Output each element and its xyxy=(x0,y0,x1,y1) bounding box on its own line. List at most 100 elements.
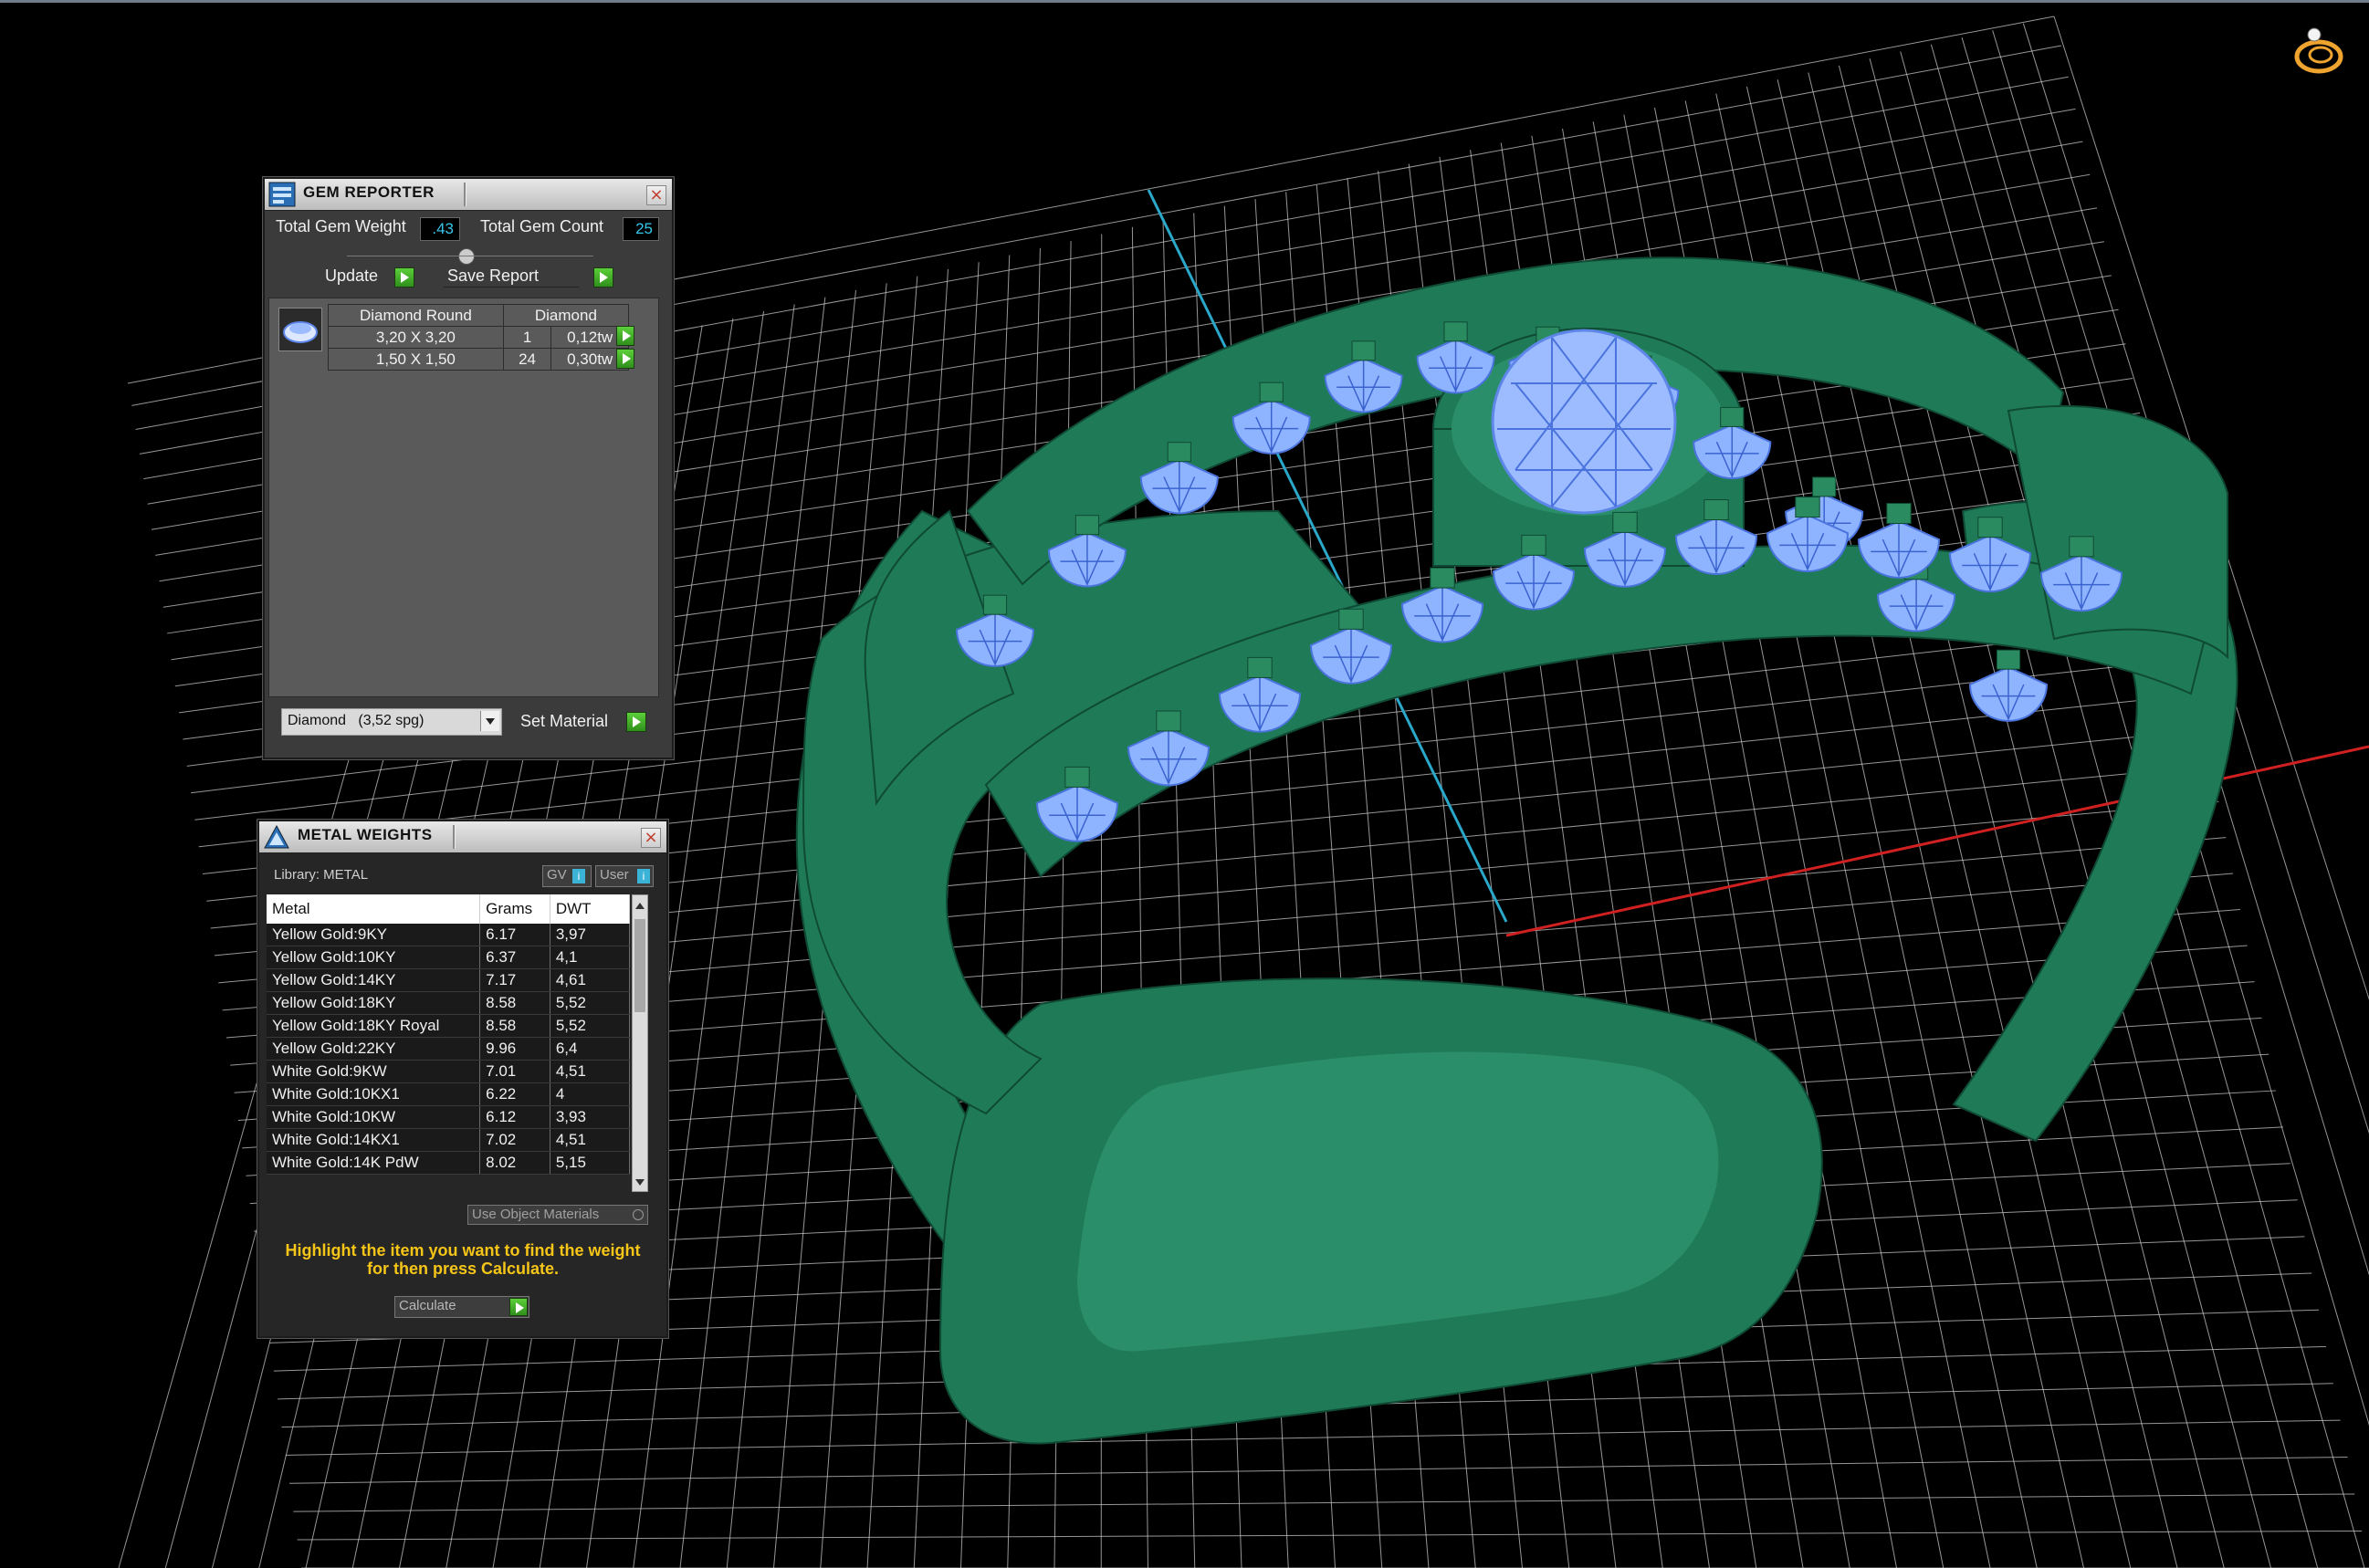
metal-table-scrollbar[interactable] xyxy=(632,894,648,1192)
user-label: User xyxy=(600,867,629,883)
total-gem-count-value: 25 xyxy=(623,217,659,241)
metal-grams: 6.22 xyxy=(479,1082,550,1106)
metal-dwt: 3,97 xyxy=(550,924,631,946)
gem-reporter-close-icon[interactable]: × xyxy=(646,185,666,205)
metal-name: Yellow Gold:18KY xyxy=(267,991,481,1015)
metal-row[interactable]: Yellow Gold:18KY Royal 8.58 5,52 xyxy=(267,1014,631,1038)
metal-dwt: 4 xyxy=(550,1082,631,1106)
metal-grams: 6.37 xyxy=(479,946,550,969)
metal-dwt: 4,51 xyxy=(550,1060,631,1083)
metal-grams: 7.01 xyxy=(479,1060,550,1083)
ring-model[interactable] xyxy=(795,256,2238,1445)
gem-row-go-icon[interactable] xyxy=(616,349,634,369)
metal-dwt: 4,51 xyxy=(550,1128,631,1152)
grid-line xyxy=(1900,51,2319,1568)
metal-name: White Gold:14KX1 xyxy=(267,1128,481,1152)
update-go-icon[interactable] xyxy=(394,267,414,287)
gem-table-header: Diamond Round Diamond xyxy=(328,304,630,327)
title-separator xyxy=(453,825,456,849)
material-select-value: Diamond (3,52 spg) xyxy=(288,713,425,728)
x-axis-line xyxy=(1505,745,2369,937)
metal-row[interactable]: White Gold:10KW 6.12 3,93 xyxy=(267,1105,631,1129)
grid-line xyxy=(293,1493,2355,1512)
metal-name: White Gold:9KW xyxy=(267,1060,481,1083)
gem-reporter-titlebar[interactable]: GEM REPORTER × xyxy=(265,179,672,211)
set-material-go-icon[interactable] xyxy=(626,712,646,732)
gem-shape-header: Diamond Round xyxy=(328,304,504,327)
calculate-go-icon[interactable] xyxy=(509,1298,528,1316)
use-object-materials-label: Use Object Materials xyxy=(472,1207,600,1222)
metal-name: Yellow Gold:10KY xyxy=(267,946,481,969)
title-separator xyxy=(464,183,466,206)
metal-name: White Gold:10KW xyxy=(267,1105,481,1129)
save-report-button[interactable]: Save Report xyxy=(447,267,539,286)
gem-size: 3,20 X 3,20 xyxy=(328,326,504,349)
metal-table-header: Metal Grams DWT xyxy=(267,894,631,924)
round-diamond-icon xyxy=(278,308,322,351)
scroll-up-icon[interactable] xyxy=(635,903,645,909)
metal-row[interactable]: Yellow Gold:10KY 6.37 4,1 xyxy=(267,946,631,969)
chevron-down-icon[interactable] xyxy=(480,711,499,731)
metal-grams: 6.17 xyxy=(479,924,550,946)
metal-column-header[interactable]: Metal xyxy=(267,894,481,924)
metal-weights-panel: METAL WEIGHTS × Library: METAL GV i User… xyxy=(257,820,668,1338)
material-select[interactable]: Diamond (3,52 spg) xyxy=(281,708,502,736)
library-label: Library: METAL xyxy=(274,867,369,883)
metal-dwt: 4,61 xyxy=(550,968,631,992)
metal-grams: 8.58 xyxy=(479,991,550,1015)
metal-row[interactable]: White Gold:14KX1 7.02 4,51 xyxy=(267,1128,631,1152)
total-gem-count-label: Total Gem Count xyxy=(480,217,604,235)
metal-dwt: 3,93 xyxy=(550,1105,631,1129)
scroll-down-icon[interactable] xyxy=(635,1179,645,1186)
metal-name: Yellow Gold:14KY xyxy=(267,968,481,992)
set-material-button[interactable]: Set Material xyxy=(520,712,608,731)
metal-row[interactable]: Yellow Gold:14KY 7.17 4,61 xyxy=(267,968,631,992)
gem-row[interactable]: 1,50 X 1,50 24 0,30tw xyxy=(328,348,629,371)
metal-grams: 9.96 xyxy=(479,1037,550,1061)
hint-line-2: for then press Calculate. xyxy=(366,1260,560,1278)
metal-weights-close-icon[interactable]: × xyxy=(641,828,661,848)
info-icon[interactable]: i xyxy=(637,869,650,883)
gv-label: GV xyxy=(547,867,567,883)
gem-count: 24 xyxy=(502,348,552,371)
metal-row[interactable]: White Gold:9KW 7.01 4,51 xyxy=(267,1060,631,1083)
metal-dwt: 5,52 xyxy=(550,991,631,1015)
metal-grams: 8.58 xyxy=(479,1014,550,1038)
dwt-column-header[interactable]: DWT xyxy=(550,894,631,924)
gem-reporter-panel: GEM REPORTER × Total Gem Weight .43 Tota… xyxy=(263,177,674,759)
side-gem xyxy=(1857,503,1941,579)
metal-row[interactable]: Yellow Gold:9KY 6.17 3,97 xyxy=(267,924,631,946)
update-button[interactable]: Update xyxy=(325,267,378,286)
metal-row[interactable]: Yellow Gold:18KY 8.58 5,52 xyxy=(267,991,631,1015)
metal-name: White Gold:14K PdW xyxy=(267,1151,481,1175)
gem-row-go-icon[interactable] xyxy=(616,326,634,346)
metal-grams: 6.12 xyxy=(479,1105,550,1129)
metal-weights-titlebar[interactable]: METAL WEIGHTS × xyxy=(259,821,666,853)
total-gem-weight-value: .43 xyxy=(420,217,460,241)
metal-dwt: 6,4 xyxy=(550,1037,631,1061)
grams-column-header[interactable]: Grams xyxy=(479,894,550,924)
metal-row[interactable]: White Gold:14K PdW 8.02 5,15 xyxy=(267,1151,631,1175)
splitter-handle[interactable] xyxy=(458,248,475,265)
use-object-materials-toggle[interactable]: Use Object Materials xyxy=(467,1205,648,1225)
gem-table: Diamond Round Diamond 3,20 X 3,20 1 0,12… xyxy=(328,304,630,371)
metal-name: Yellow Gold:9KY xyxy=(267,924,481,946)
metal-dwt: 4,1 xyxy=(550,946,631,969)
metal-table: Metal Grams DWT Yellow Gold:9KY 6.17 3,97 … xyxy=(267,894,631,1175)
center-gem xyxy=(1491,329,1677,515)
scrollbar-thumb[interactable] xyxy=(634,919,645,1012)
total-gem-weight-label: Total Gem Weight xyxy=(276,217,406,235)
info-icon[interactable]: i xyxy=(572,869,585,883)
metal-name: White Gold:10KX1 xyxy=(267,1082,481,1106)
metal-row[interactable]: Yellow Gold:22KY 9.96 6,4 xyxy=(267,1037,631,1061)
ring-orientation-icon[interactable] xyxy=(2294,27,2343,74)
metal-dwt: 5,52 xyxy=(550,1014,631,1038)
gem-size: 1,50 X 1,50 xyxy=(328,348,504,371)
gem-list-area[interactable]: Diamond Round Diamond 3,20 X 3,20 1 0,12… xyxy=(268,298,659,697)
metal-row[interactable]: White Gold:10KX1 6.22 4 xyxy=(267,1082,631,1106)
metal-grams: 8.02 xyxy=(479,1151,550,1175)
gem-material-header: Diamond xyxy=(502,304,630,327)
grid-line xyxy=(297,1530,2363,1541)
save-report-go-icon[interactable] xyxy=(593,267,613,287)
gem-row[interactable]: 3,20 X 3,20 1 0,12tw xyxy=(328,326,629,349)
